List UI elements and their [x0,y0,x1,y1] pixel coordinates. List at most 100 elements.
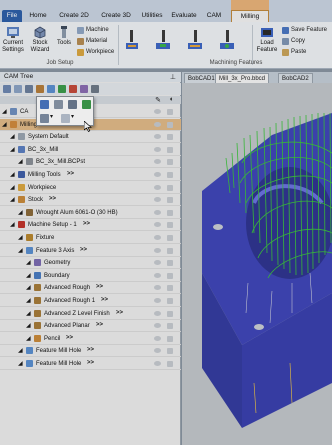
tree-row[interactable]: ◢ Advanced Z Level Finish >> [0,308,181,320]
lock-toggle-icon[interactable] [167,272,173,279]
visibility-toggle-icon[interactable] [154,209,161,215]
lock-toggle-icon[interactable] [167,184,173,191]
tree-row[interactable]: ◢ Boundary [0,270,181,282]
lock-toggle-icon[interactable] [167,109,173,115]
toolbar-icon[interactable] [3,85,11,93]
expand-more-label[interactable]: >> [49,196,56,202]
tree-row[interactable]: ◢ Advanced Rough 1 >> [0,295,181,307]
expand-arrow-icon[interactable]: ◢ [18,360,23,367]
visibility-toggle-icon[interactable] [154,272,161,278]
part-model[interactable] [182,83,332,445]
visibility-toggle-icon[interactable] [154,184,161,190]
lock-toggle-icon[interactable] [167,361,173,367]
toolbar-icon[interactable] [58,85,66,93]
lock-toggle-icon[interactable] [167,335,173,342]
visibility-toggle-icon[interactable] [154,310,161,316]
tab-create-2d[interactable]: Create 2D [54,10,94,22]
expand-arrow-icon[interactable]: ◢ [18,247,23,254]
expand-more-label[interactable]: >> [96,322,103,328]
expand-arrow-icon[interactable]: ◢ [26,272,31,279]
3d-viewport[interactable] [182,83,332,445]
machine-button[interactable]: Machine [77,26,109,35]
visibility-toggle-icon[interactable] [154,348,161,354]
paste-button[interactable]: Paste [282,48,306,57]
pin-icon[interactable]: ⊥ [170,73,176,81]
chevron-down-icon[interactable]: ▾ [50,113,53,120]
visibility-toggle-icon[interactable] [154,323,161,329]
lock-toggle-icon[interactable] [167,348,173,355]
lock-toggle-icon[interactable] [167,121,173,128]
tab-utilities[interactable]: Utilities [138,10,166,22]
expand-arrow-icon[interactable]: ◢ [26,310,31,317]
doc-tab-bobcad1[interactable]: BobCAD1 [184,73,219,83]
toolbar-icon[interactable] [91,85,99,93]
toolbar-icon[interactable] [47,85,55,93]
doc-tab-bobcad2[interactable]: BobCAD2 [278,73,313,83]
lock-toggle-icon[interactable] [167,197,173,204]
expand-arrow-icon[interactable]: ◢ [10,196,15,203]
tab-home[interactable]: Home [25,10,51,22]
tree-row[interactable]: ◢ Feature Mill Hole >> [0,358,181,370]
copy-button[interactable]: Copy [282,37,305,46]
expand-more-label[interactable]: >> [116,310,123,316]
load-feature-button[interactable]: Load Feature [256,25,278,54]
tree-row[interactable]: ◢ Stock >> [0,194,181,207]
feature-2-axis-icon[interactable] [126,30,138,49]
workpiece-button[interactable]: Workpiece [77,48,114,57]
tree-row[interactable]: ◢ Workpiece [0,182,181,194]
expand-arrow-icon[interactable]: ◢ [18,209,23,216]
tab-cam[interactable]: CAM [202,10,226,22]
expand-arrow-icon[interactable]: ◢ [18,234,23,241]
expand-more-label[interactable]: >> [83,221,90,227]
expand-arrow-icon[interactable]: ◢ [26,335,31,342]
visibility-toggle-icon[interactable] [154,247,161,253]
expand-arrow-icon[interactable]: ◢ [10,184,15,191]
lock-toggle-icon[interactable] [167,222,173,229]
tree-row[interactable]: ◢ BC_3x_Mill.BCPst [0,156,181,169]
toolbar-icon[interactable] [69,85,77,93]
lock-toggle-icon[interactable] [167,172,173,178]
chevron-down-icon[interactable]: ▾ [71,113,74,120]
tree-row[interactable]: ◢ Machine Setup - 1 >> [0,219,181,232]
visibility-toggle-icon[interactable] [154,298,161,303]
lock-toggle-icon[interactable] [167,260,173,267]
tree-row[interactable]: ◢ Fixture [0,232,181,244]
visibility-toggle-icon[interactable] [154,159,161,165]
save-feature-button[interactable]: Save Feature [282,26,327,35]
copy-icon[interactable] [54,100,63,109]
visibility-toggle-icon[interactable] [154,134,161,140]
visibility-toggle-icon[interactable] [154,109,161,114]
toolbar-icon[interactable] [36,85,44,93]
expand-more-label[interactable]: >> [87,360,94,366]
visibility-toggle-icon[interactable] [154,197,161,203]
toolbar-icon[interactable] [80,85,88,93]
expand-arrow-icon[interactable]: ◢ [10,133,15,140]
visibility-toggle-icon[interactable] [154,222,161,228]
tools-button[interactable]: Tools [55,25,73,47]
feature-3-axis-icon[interactable] [156,30,170,49]
feature-4-axis-icon[interactable] [188,30,202,49]
expand-more-label[interactable]: >> [101,297,108,303]
expand-arrow-icon[interactable]: ◢ [26,259,31,266]
document-icon[interactable] [61,114,70,123]
doc-tab-mill-3x-pro[interactable]: Mill_3x_Pro.bbcd [215,73,270,83]
paste-icon[interactable] [68,100,77,109]
expand-more-label[interactable]: >> [87,347,94,353]
tree-row[interactable]: ◢ System Default [0,131,181,144]
expand-arrow-icon[interactable]: ◢ [18,347,23,354]
stock-wizard-button[interactable]: Stock Wizard [29,25,51,54]
lock-toggle-icon[interactable] [167,235,173,241]
view-icon[interactable] [40,114,49,123]
visibility-toggle-icon[interactable] [154,285,161,291]
expand-arrow-icon[interactable]: ◢ [10,146,15,153]
lock-toggle-icon[interactable] [167,285,173,292]
expand-arrow-icon[interactable]: ◢ [10,171,15,178]
tree-row[interactable]: ◢ Advanced Planar >> [0,320,181,333]
visibility-toggle-icon[interactable] [154,260,161,266]
toolbar-icon[interactable] [14,85,22,93]
expand-more-label[interactable]: >> [80,247,87,253]
expand-arrow-icon[interactable]: ◢ [26,284,31,291]
tab-create-3d[interactable]: Create 3D [97,10,135,22]
tree-row[interactable]: ◢ Feature 3 Axis >> [0,245,181,257]
expand-arrow-icon[interactable]: ◢ [2,121,7,128]
